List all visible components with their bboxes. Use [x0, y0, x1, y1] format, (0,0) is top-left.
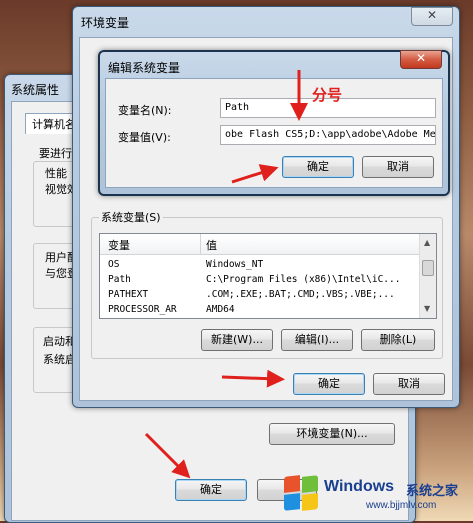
env-vars-button[interactable]: 环境变量(N)... — [269, 423, 395, 445]
window-title: 环境变量 — [81, 16, 130, 30]
watermark-url: www.bjjmlv.com — [366, 500, 437, 511]
column-header-name[interactable]: 变量 — [108, 237, 130, 253]
note-text: 要进行 — [39, 147, 72, 160]
var-name-label: 变量名(N): — [118, 104, 172, 117]
scroll-up-icon[interactable]: ▲ — [424, 238, 430, 247]
new-var-button[interactable]: 新建(W)... — [201, 329, 273, 351]
edit-cancel-button[interactable]: 取消 — [362, 156, 434, 178]
delete-var-button[interactable]: 删除(L) — [361, 329, 435, 351]
var-value: .COM;.EXE;.BAT;.CMD;.VBS;.VBE;... — [206, 289, 395, 300]
var-value-label: 变量值(V): — [118, 131, 171, 144]
var-name: OS — [108, 259, 120, 270]
edit-var-button[interactable]: 编辑(I)... — [281, 329, 353, 351]
var-name: Path — [108, 274, 131, 285]
edit-variable-dialog: 编辑系统变量 ✕ 变量名(N): Path 变量值(V): obe Flash … — [98, 50, 450, 196]
windows-logo-icon — [284, 475, 318, 511]
scroll-down-icon[interactable]: ▼ — [424, 304, 430, 313]
env-cancel-button[interactable]: 取消 — [373, 373, 445, 395]
semicolon-annotation: 分号 — [312, 86, 343, 104]
window-title: 系统属性 — [11, 83, 60, 97]
column-header-value[interactable]: 值 — [206, 237, 217, 253]
perf-label: 性能 — [45, 167, 67, 180]
system-vars-label: 系统变量(S) — [99, 209, 163, 225]
var-value: C:\Program Files (x86)\Intel\iC... — [206, 274, 401, 285]
var-value: AMD64 — [206, 304, 235, 315]
watermark-site: 系统之家 — [406, 484, 459, 499]
table-row[interactable]: OS Windows_NT — [100, 258, 436, 272]
close-icon[interactable]: ✕ — [411, 7, 453, 26]
close-icon[interactable]: ✕ — [400, 50, 442, 69]
sysprops-ok-button[interactable]: 确定 — [175, 479, 247, 501]
list-scrollbar[interactable]: ▲ ▼ — [419, 234, 436, 318]
var-value-field[interactable]: obe Flash CS5;D:\app\adobe\Adobe Med — [220, 125, 436, 145]
table-row[interactable]: Path C:\Program Files (x86)\Intel\iC... — [100, 273, 436, 287]
system-vars-list[interactable]: 变量 值 OS Windows_NT Path C:\Program Files… — [99, 233, 437, 319]
watermark: Windows 系统之家 www.bjjmlv.com — [280, 470, 470, 518]
var-name: PATHEXT — [108, 289, 149, 300]
var-name: PROCESSOR_AR — [108, 304, 177, 315]
list-header: 变量 值 — [100, 234, 436, 255]
scroll-thumb[interactable] — [422, 260, 434, 276]
dialog-title: 编辑系统变量 — [108, 61, 181, 75]
table-row[interactable]: PATHEXT .COM;.EXE;.BAT;.CMD;.VBS;.VBE;..… — [100, 288, 436, 302]
table-row[interactable]: PROCESSOR_AR AMD64 — [100, 303, 436, 317]
var-value: Windows_NT — [206, 259, 264, 270]
env-ok-button[interactable]: 确定 — [293, 373, 365, 395]
edit-ok-button[interactable]: 确定 — [282, 156, 354, 178]
watermark-brand: Windows — [324, 478, 395, 495]
